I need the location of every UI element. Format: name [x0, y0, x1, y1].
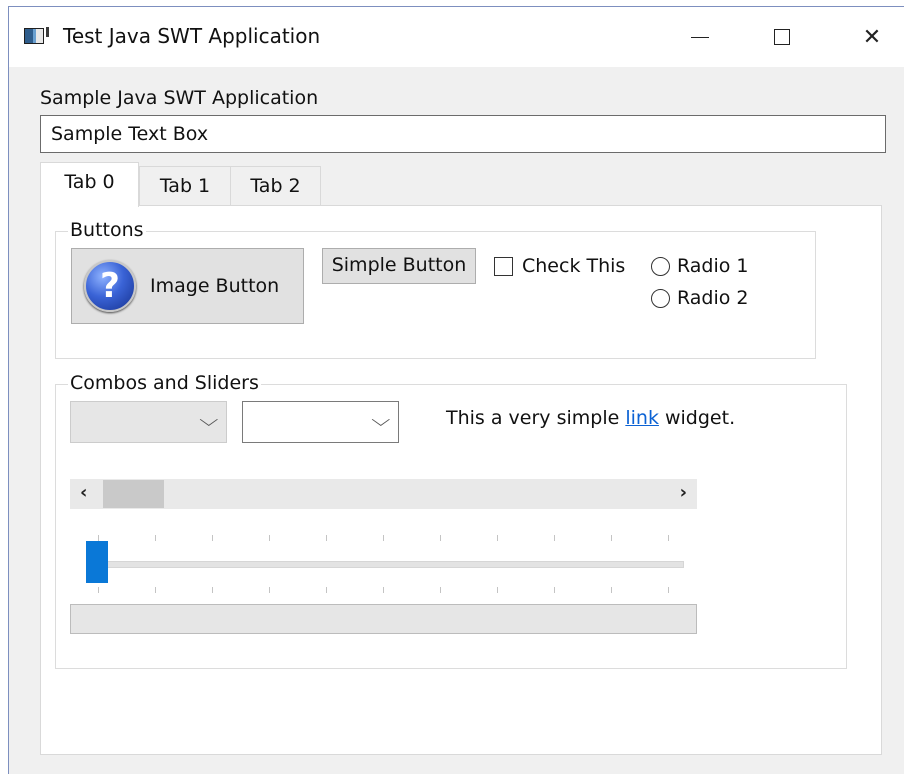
- tab-1[interactable]: Tab 1: [139, 166, 231, 206]
- scroll-left-icon[interactable]: ‹: [80, 482, 87, 503]
- buttons-group-label: Buttons: [68, 219, 146, 241]
- radio-1-label: Radio 1: [677, 255, 749, 277]
- maximize-icon: [774, 29, 790, 45]
- tab-panel: Buttons ? Image Button Simple Button Che…: [40, 205, 882, 755]
- checkbox-label: Check This: [522, 255, 626, 277]
- combo-disabled[interactable]: ⌵: [70, 401, 227, 443]
- slider-thumb[interactable]: [86, 541, 108, 583]
- link-suffix: widget.: [658, 407, 736, 429]
- radio-1-circle[interactable]: [651, 256, 670, 276]
- tab-2[interactable]: Tab 2: [230, 166, 321, 206]
- link-widget: This a very simple link widget.: [446, 407, 735, 429]
- chevron-down-icon: ⌵: [199, 410, 219, 431]
- slider-tick: [98, 587, 99, 593]
- app-icon: [24, 27, 49, 44]
- scroll-thumb[interactable]: [103, 480, 164, 508]
- check-this-checkbox[interactable]: Check This: [494, 255, 625, 277]
- maximize-button[interactable]: [759, 7, 805, 67]
- minimize-button[interactable]: [677, 7, 723, 67]
- slider-tick: [383, 587, 384, 593]
- combos-group-label: Combos and Sliders: [68, 372, 261, 394]
- slider-tick: [155, 587, 156, 593]
- slider-tick: [212, 587, 213, 593]
- slider-tick: [440, 535, 441, 541]
- radio-2-label: Radio 2: [677, 287, 749, 309]
- question-icon: ?: [84, 260, 136, 312]
- slider-tick: [212, 535, 213, 541]
- slider-tick: [497, 587, 498, 593]
- slider-tick: [383, 535, 384, 541]
- slider-tick: [554, 535, 555, 541]
- slider-tick: [326, 535, 327, 541]
- slider-tick: [269, 587, 270, 593]
- window-title: Test Java SWT Application: [63, 24, 321, 48]
- link-prefix: This a very simple: [446, 407, 626, 429]
- slider-tick: [611, 587, 612, 593]
- checkbox-box[interactable]: [494, 256, 513, 276]
- slider-tick: [668, 535, 669, 541]
- scroll-right-icon[interactable]: ›: [680, 482, 687, 503]
- combos-sliders-group: Combos and Sliders ⌵ ⌵ This a very simpl…: [55, 372, 847, 669]
- simple-button[interactable]: Simple Button: [322, 248, 476, 284]
- slider-tick: [155, 535, 156, 541]
- image-button[interactable]: ? Image Button: [71, 248, 304, 324]
- tab-0[interactable]: Tab 0: [40, 162, 139, 207]
- slider-tick: [611, 535, 612, 541]
- progress-bar: [70, 604, 697, 634]
- app-label: Sample Java SWT Application: [40, 87, 319, 109]
- app-window: Test Java SWT Application ✕ Sample Java …: [8, 6, 904, 774]
- chevron-down-icon: ⌵: [371, 410, 391, 431]
- buttons-group: Buttons ? Image Button Simple Button Che…: [55, 219, 816, 359]
- slider-track[interactable]: [88, 561, 684, 568]
- horizontal-scrollbar[interactable]: ‹ ›: [70, 479, 697, 509]
- radio-2-circle[interactable]: [651, 288, 670, 308]
- link[interactable]: link: [625, 407, 659, 429]
- image-button-label: Image Button: [150, 275, 280, 297]
- slider-tick: [554, 587, 555, 593]
- slider-tick: [326, 587, 327, 593]
- close-icon: ✕: [862, 24, 882, 50]
- slider-tick: [440, 587, 441, 593]
- close-button[interactable]: ✕: [849, 7, 895, 67]
- minimize-icon: [691, 36, 709, 38]
- title-bar[interactable]: Test Java SWT Application ✕: [9, 7, 904, 67]
- slider-tick: [668, 587, 669, 593]
- radio-1[interactable]: Radio 1: [651, 255, 749, 277]
- radio-2[interactable]: Radio 2: [651, 287, 749, 309]
- sample-text-input[interactable]: [40, 115, 886, 153]
- slider-tick: [269, 535, 270, 541]
- slider-tick: [497, 535, 498, 541]
- combo-enabled[interactable]: ⌵: [242, 401, 399, 443]
